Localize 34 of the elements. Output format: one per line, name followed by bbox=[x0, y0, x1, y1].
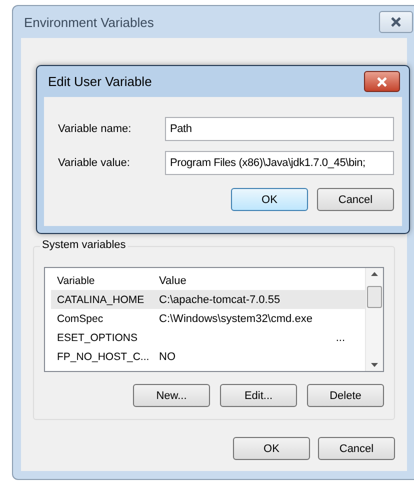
value-cell-text: C:\apache-tomcat-7.0.55 bbox=[158, 294, 282, 306]
scrollbar[interactable] bbox=[365, 268, 383, 371]
list-action-button[interactable]: Delete bbox=[307, 384, 384, 407]
column-header[interactable]: Value bbox=[153, 274, 365, 286]
window-title: Environment Variables bbox=[24, 14, 155, 30]
list-action-button[interactable]: Edit... bbox=[220, 384, 297, 407]
close-button[interactable] bbox=[379, 11, 413, 33]
list-row[interactable]: ComSpec C:\Windows\system32\cmd.exe bbox=[51, 309, 365, 328]
list-row[interactable]: CATALINA_HOME C:\apache-tomcat-7.0.55 bbox=[51, 290, 365, 309]
input-field[interactable]: Path bbox=[165, 117, 394, 141]
value-cell-text: NO bbox=[158, 350, 176, 362]
variable-cell-text: ESET_OPTIONS bbox=[56, 332, 139, 344]
input-field[interactable]: Program Files (x86)\Java\jdk1.7.0_45\bin; bbox=[165, 151, 394, 175]
group-title: System variables bbox=[40, 239, 128, 251]
close-icon bbox=[390, 17, 402, 27]
dialog-button[interactable]: Cancel bbox=[317, 188, 394, 211]
variable-cell-text: ComSpec bbox=[56, 312, 104, 324]
dialog-button[interactable]: Cancel bbox=[318, 437, 395, 460]
dialog-button[interactable]: OK bbox=[231, 188, 308, 211]
value-cell-text: ... bbox=[334, 332, 346, 344]
variable-cell-text: FP_NO_HOST_C... bbox=[56, 350, 150, 362]
column-header[interactable]: Variable bbox=[51, 274, 153, 286]
dialog-button[interactable]: OK bbox=[233, 437, 310, 460]
close-button[interactable] bbox=[364, 71, 400, 92]
field-label: Variable value: bbox=[58, 157, 131, 169]
list-action-button[interactable]: New... bbox=[133, 384, 210, 407]
scrollbar-thumb[interactable] bbox=[367, 286, 382, 308]
dialog-title: Edit User Variable bbox=[48, 74, 153, 89]
variable-cell-text: CATALINA_HOME bbox=[56, 294, 146, 306]
close-icon bbox=[376, 76, 388, 86]
list-row[interactable]: FP_NO_HOST_C... NO bbox=[51, 347, 365, 366]
list-row[interactable]: ESET_OPTIONS ... bbox=[51, 328, 365, 347]
value-cell-text: C:\Windows\system32\cmd.exe bbox=[158, 312, 314, 324]
field-label: Variable name: bbox=[58, 123, 132, 135]
